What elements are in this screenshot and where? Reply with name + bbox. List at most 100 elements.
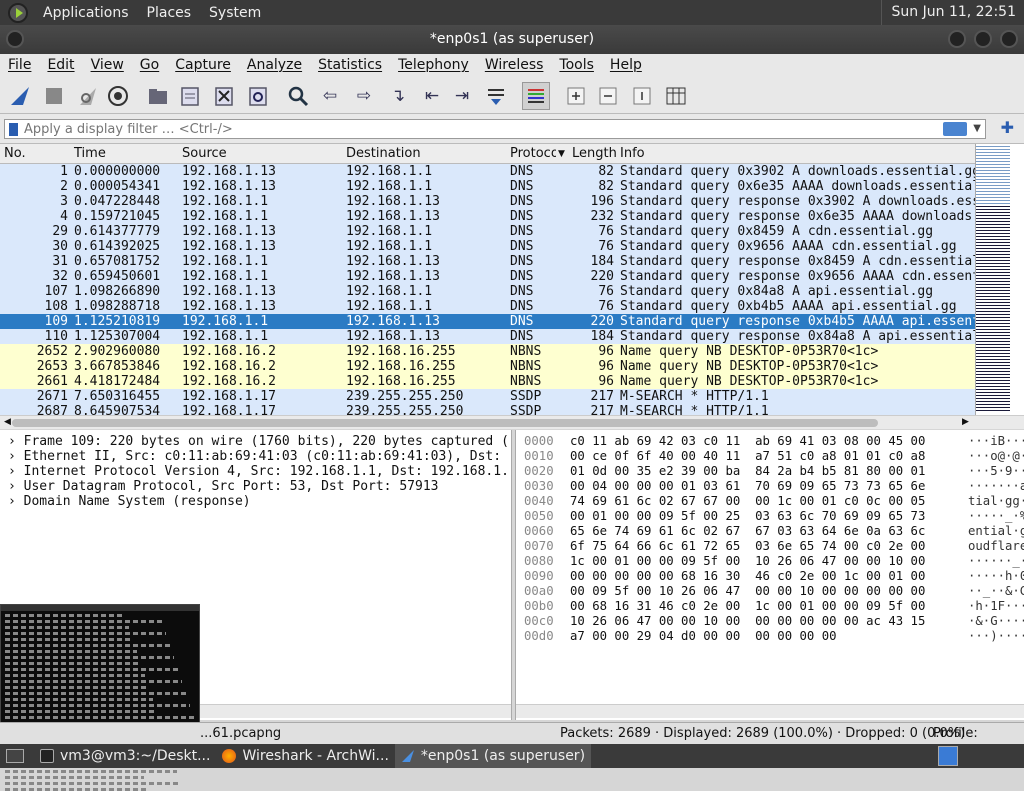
hex-row[interactable]: 0070 6f 75 64 66 6c 61 72 65 03 6e 65 74 …: [516, 539, 1024, 554]
taskbar-firefox[interactable]: Wireshark - ArchWi...: [216, 744, 394, 768]
hex-row[interactable]: 0050 00 01 00 00 09 5f 00 25 03 63 6c 70 …: [516, 509, 1024, 524]
packet-row[interactable]: 29 0.614377779 192.168.1.13 192.168.1.1 DNS 7…: [0, 224, 975, 239]
save-file-icon[interactable]: [178, 84, 202, 108]
col-header-destination[interactable]: Destination: [346, 146, 421, 161]
hex-row[interactable]: 00a0 00 09 5f 00 10 26 06 47 00 00 10 00 …: [516, 584, 1024, 599]
menu-help[interactable]: Help: [602, 57, 650, 73]
packet-row[interactable]: 4 0.159721045 192.168.1.1 192.168.1.13 DNS 23…: [0, 209, 975, 224]
hex-row[interactable]: 0030 00 04 00 00 00 01 03 61 70 69 09 65 …: [516, 479, 1024, 494]
packet-row[interactable]: 107 1.098266890 192.168.1.13 192.168.1.1 DNS…: [0, 284, 975, 299]
expand-arrow-icon[interactable]: ›: [8, 479, 24, 494]
expand-arrow-icon[interactable]: ›: [8, 464, 24, 479]
apply-filter-arrow-icon[interactable]: [943, 122, 967, 136]
scroll-left-icon[interactable]: ◀: [4, 417, 11, 427]
detail-tree-item[interactable]: › Frame 109: 220 bytes on wire (1760 bit…: [8, 434, 508, 449]
menu-places[interactable]: Places: [138, 5, 201, 21]
menu-edit[interactable]: Edit: [39, 57, 82, 73]
packet-row[interactable]: 1 0.000000000 192.168.1.13 192.168.1.1 DNS 82…: [0, 164, 975, 179]
packet-minimap[interactable]: [975, 144, 1024, 416]
first-packet-icon[interactable]: ⇤: [420, 84, 444, 108]
menu-analyze[interactable]: Analyze: [239, 57, 310, 73]
go-to-packet-icon[interactable]: ↴: [386, 84, 410, 108]
maximize-icon[interactable]: [974, 30, 992, 48]
menu-go[interactable]: Go: [132, 57, 167, 73]
close-window-icon[interactable]: [1000, 30, 1018, 48]
zoom-out-icon[interactable]: [596, 84, 620, 108]
shark-fin-start-icon[interactable]: [8, 84, 32, 108]
detail-tree-item[interactable]: › Ethernet II, Src: c0:11:ab:69:41:03 (c…: [8, 449, 508, 464]
hex-row[interactable]: 0060 65 6e 74 69 61 6c 02 67 67 03 63 64 …: [516, 524, 1024, 539]
resize-columns-icon[interactable]: [664, 84, 688, 108]
col-header-length[interactable]: Length: [572, 146, 617, 161]
window-menu-icon[interactable]: [6, 30, 24, 48]
open-file-icon[interactable]: [146, 84, 170, 108]
find-packet-icon[interactable]: [286, 84, 310, 108]
packet-row[interactable]: 30 0.614392025 192.168.1.13 192.168.1.1 DNS 7…: [0, 239, 975, 254]
col-header-protocol[interactable]: Protocol: [510, 146, 556, 161]
scroll-thumb[interactable]: [12, 419, 878, 427]
mate-logo-icon[interactable]: [8, 2, 28, 23]
reload-file-icon[interactable]: [246, 84, 270, 108]
hex-row[interactable]: 0080 1c 00 01 00 00 09 5f 00 10 26 06 47 …: [516, 554, 1024, 569]
workspace-switcher-icon[interactable]: [938, 746, 958, 766]
scroll-right-icon[interactable]: ▶: [962, 417, 969, 427]
expand-arrow-icon[interactable]: ›: [8, 434, 24, 449]
taskbar-terminal[interactable]: vm3@vm3:~/Deskt...: [34, 744, 216, 768]
go-forward-icon[interactable]: ⇨: [352, 84, 376, 108]
filter-dropdown-icon[interactable]: ▼: [973, 120, 981, 138]
menu-statistics[interactable]: Statistics: [310, 57, 390, 73]
detail-tree-item[interactable]: › User Datagram Protocol, Src Port: 53, …: [8, 479, 508, 494]
add-filter-button-icon[interactable]: ✚: [1001, 118, 1014, 137]
menu-telephony[interactable]: Telephony: [390, 57, 477, 73]
detail-tree-item[interactable]: › Internet Protocol Version 4, Src: 192.…: [8, 464, 508, 479]
panel-clock[interactable]: Sun Jun 11, 22:51: [880, 0, 1024, 25]
show-desktop-icon[interactable]: [0, 744, 34, 768]
menu-view[interactable]: View: [83, 57, 132, 73]
autoscroll-icon[interactable]: [484, 84, 508, 108]
normal-size-icon[interactable]: [630, 84, 654, 108]
packet-list-hscrollbar[interactable]: ◀ ▶: [0, 415, 1024, 429]
packet-row[interactable]: 2 0.000054341 192.168.1.13 192.168.1.1 DNS 82…: [0, 179, 975, 194]
hex-row[interactable]: 0090 00 00 00 00 00 68 16 30 46 c0 2e 00 …: [516, 569, 1024, 584]
last-packet-icon[interactable]: ⇥: [450, 84, 474, 108]
minimize-icon[interactable]: [948, 30, 966, 48]
close-file-icon[interactable]: [212, 84, 236, 108]
taskbar-wireshark[interactable]: *enp0s1 (as superuser): [394, 744, 592, 768]
packet-row[interactable]: 108 1.098288718 192.168.1.13 192.168.1.1 DNS…: [0, 299, 975, 314]
packet-row[interactable]: 31 0.657081752 192.168.1.1 192.168.1.13 DNS 1…: [0, 254, 975, 269]
menu-system[interactable]: System: [200, 5, 270, 21]
packet-row[interactable]: 109 1.125210819 192.168.1.1 192.168.1.13 DNS…: [0, 314, 975, 329]
hex-row[interactable]: 0020 01 0d 00 35 e2 39 00 ba 84 2a b4 b5 …: [516, 464, 1024, 479]
packet-row[interactable]: 2652 2.902960080 192.168.16.2 192.168.16.25…: [0, 344, 975, 359]
menu-capture[interactable]: Capture: [167, 57, 239, 73]
zoom-in-icon[interactable]: [564, 84, 588, 108]
packet-row[interactable]: 3 0.047228448 192.168.1.1 192.168.1.13 DNS 19…: [0, 194, 975, 209]
display-filter-input[interactable]: [24, 121, 904, 137]
expand-arrow-icon[interactable]: ›: [8, 494, 24, 509]
go-back-icon[interactable]: ⇦: [318, 84, 342, 108]
colorize-icon[interactable]: [522, 82, 550, 110]
packet-row[interactable]: 2671 7.650316455 192.168.1.17 239.255.255.2…: [0, 389, 975, 404]
col-header-no[interactable]: No.: [4, 146, 26, 161]
hex-row[interactable]: 0010 00 ce 0f 6f 40 00 40 11 a7 51 c0 a8 …: [516, 449, 1024, 464]
hex-row[interactable]: 0000 c0 11 ab 69 42 03 c0 11 ab 69 41 03 …: [516, 434, 1024, 449]
hex-row[interactable]: 00b0 00 68 16 31 46 c0 2e 00 1c 00 01 00 …: [516, 599, 1024, 614]
col-header-info[interactable]: Info: [620, 146, 645, 161]
capture-options-icon[interactable]: [106, 84, 130, 108]
menu-file[interactable]: File: [0, 57, 39, 73]
col-header-source[interactable]: Source: [182, 146, 227, 161]
hex-row[interactable]: 00c0 10 26 06 47 00 00 10 00 00 00 00 00 …: [516, 614, 1024, 629]
stop-capture-icon[interactable]: [42, 84, 66, 108]
packet-row[interactable]: 32 0.659450601 192.168.1.1 192.168.1.13 DNS 2…: [0, 269, 975, 284]
col-header-time[interactable]: Time: [74, 146, 106, 161]
menu-applications[interactable]: Applications: [34, 5, 138, 21]
bookmark-icon[interactable]: [9, 122, 18, 136]
hex-row[interactable]: 0040 74 69 61 6c 02 67 67 00 00 1c 00 01 …: [516, 494, 1024, 509]
detail-tree-item[interactable]: › Domain Name System (response): [8, 494, 508, 509]
bytes-hscrollbar[interactable]: [516, 704, 1024, 718]
packet-row[interactable]: 2661 4.418172484 192.168.16.2 192.168.16.25…: [0, 374, 975, 389]
menu-tools[interactable]: Tools: [551, 57, 602, 73]
menu-wireless[interactable]: Wireless: [477, 57, 552, 73]
restart-capture-icon[interactable]: [76, 84, 100, 108]
packet-row[interactable]: 110 1.125307004 192.168.1.1 192.168.1.13 DNS…: [0, 329, 975, 344]
